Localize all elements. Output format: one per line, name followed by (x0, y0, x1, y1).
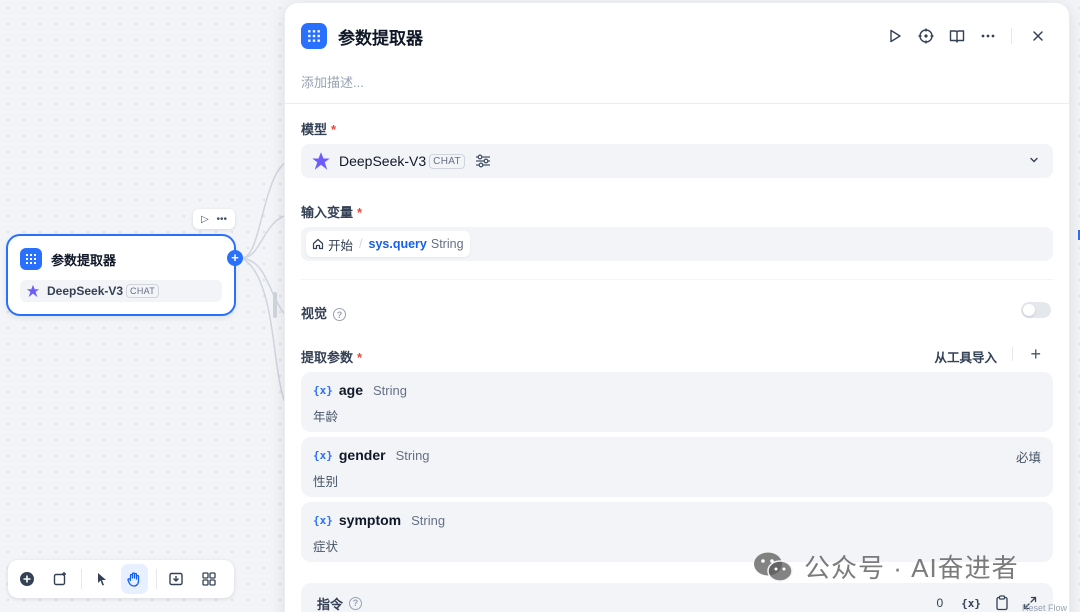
variable-name: sys.query (368, 237, 427, 251)
input-variable-field[interactable]: 开始 / sys.query String (301, 227, 1053, 261)
vision-toggle[interactable] (1021, 302, 1051, 318)
instruction-label: 指令 (317, 596, 344, 612)
more-icon[interactable]: ••• (217, 214, 228, 225)
import-from-tool-button[interactable]: 从工具导入 (934, 347, 997, 366)
node-settings-panel: 参数提取器 添加描述... 模型 * DeepSeek-V3 CHAT 输入变量… (284, 2, 1071, 612)
param-type: String (373, 382, 407, 398)
hand-mode-button[interactable] (120, 564, 148, 594)
param-name: symptom (338, 512, 402, 528)
copy-button[interactable] (995, 595, 1009, 611)
home-icon (312, 238, 324, 250)
insert-variable-button[interactable]: {x} (961, 597, 981, 610)
clipboard-icon (996, 595, 1008, 611)
panel-edge-indicator (1074, 230, 1080, 240)
sliders-icon (475, 154, 490, 168)
variable-chip[interactable]: 开始 / sys.query String (306, 231, 470, 257)
more-options-button[interactable] (977, 25, 999, 47)
play-icon[interactable]: ▷ (201, 214, 209, 225)
param-item[interactable]: {x} age String 年龄 (301, 372, 1053, 432)
extractor-icon (20, 248, 42, 270)
description-input[interactable]: 添加描述... (301, 72, 364, 91)
param-name: age (338, 382, 363, 398)
header-divider (285, 103, 1071, 104)
reset-flow-label: Reset Flow (1022, 603, 1068, 612)
canvas-toolbar (8, 560, 234, 598)
export-image-button[interactable] (163, 564, 190, 594)
image-export-icon (169, 572, 183, 586)
instruction-char-count: 0 (936, 596, 944, 610)
chevron-down-icon (1030, 157, 1038, 163)
hand-icon (127, 572, 140, 587)
wechat-logo-icon (754, 552, 793, 582)
play-icon (890, 29, 901, 43)
param-required: 必填 (1015, 451, 1041, 465)
add-node-button[interactable] (14, 564, 41, 594)
panel-title[interactable]: 参数提取器 (338, 24, 423, 49)
help-icon[interactable]: ? (333, 308, 347, 322)
param-type: String (395, 447, 430, 463)
vision-label: 视觉? (301, 303, 347, 322)
more-icon (981, 34, 995, 38)
book-icon (949, 30, 965, 43)
pointer-mode-button[interactable] (88, 564, 115, 594)
param-type: String (411, 512, 446, 528)
node-model-badge: CHAT (126, 284, 160, 298)
instruction-section[interactable]: 指令 ? 0 {x} (301, 583, 1053, 612)
organize-layout-button[interactable] (195, 564, 222, 594)
watermark-text: 公众号 · AI奋进者 (804, 553, 1019, 583)
close-button[interactable] (1027, 25, 1049, 47)
param-item[interactable]: {x} gender String 性别 必填 (301, 437, 1053, 497)
locate-button[interactable] (915, 25, 937, 47)
variable-icon: {x} (313, 513, 333, 527)
add-param-button[interactable]: + (1030, 344, 1041, 365)
variable-type: String (430, 237, 464, 251)
variable-source: 开始 (328, 238, 354, 253)
note-icon (53, 572, 67, 586)
layout-grid-icon (201, 572, 216, 586)
input-variable-label: 输入变量 * (301, 205, 363, 220)
variable-icon: {x} (313, 383, 333, 397)
deepseek-logo-icon (312, 152, 330, 170)
section-divider (301, 279, 1053, 280)
add-circle-icon (20, 572, 35, 586)
deepseek-logo-icon (26, 284, 40, 298)
node-action-bar: ▷ ••• (193, 209, 235, 229)
model-selector[interactable]: DeepSeek-V3 CHAT (301, 144, 1053, 178)
param-description: 性别 (313, 475, 339, 489)
pointer-icon (97, 573, 106, 586)
extract-params-label: 提取参数 * (301, 350, 363, 365)
param-description: 年龄 (313, 410, 339, 424)
variable-icon: {x} (313, 448, 333, 462)
node-title: 参数提取器 (51, 252, 117, 268)
close-icon (1033, 31, 1043, 41)
add-note-button[interactable] (47, 564, 74, 594)
crosshair-icon (918, 28, 934, 44)
watermark: 公众号 · AI奋进者 (752, 548, 1019, 585)
add-next-node-button[interactable]: + (227, 250, 243, 266)
node-model-chip: DeepSeek-V3 CHAT (20, 280, 222, 302)
parameter-extractor-node[interactable]: 参数提取器 DeepSeek-V3 CHAT (6, 234, 236, 316)
param-name: gender (338, 447, 386, 463)
panel-header-actions (875, 25, 1049, 47)
extractor-icon (301, 23, 327, 49)
variable-separator: / (359, 237, 363, 251)
help-icon[interactable]: ? (349, 596, 363, 610)
model-label: 模型 * (301, 122, 337, 137)
model-badge: CHAT (429, 153, 465, 169)
resize-handle[interactable] (273, 292, 277, 318)
model-params-button[interactable] (475, 153, 491, 169)
node-model-name: DeepSeek-V3 (47, 284, 124, 298)
model-name: DeepSeek-V3 (339, 153, 427, 169)
docs-button[interactable] (946, 25, 968, 47)
run-button[interactable] (884, 25, 906, 47)
